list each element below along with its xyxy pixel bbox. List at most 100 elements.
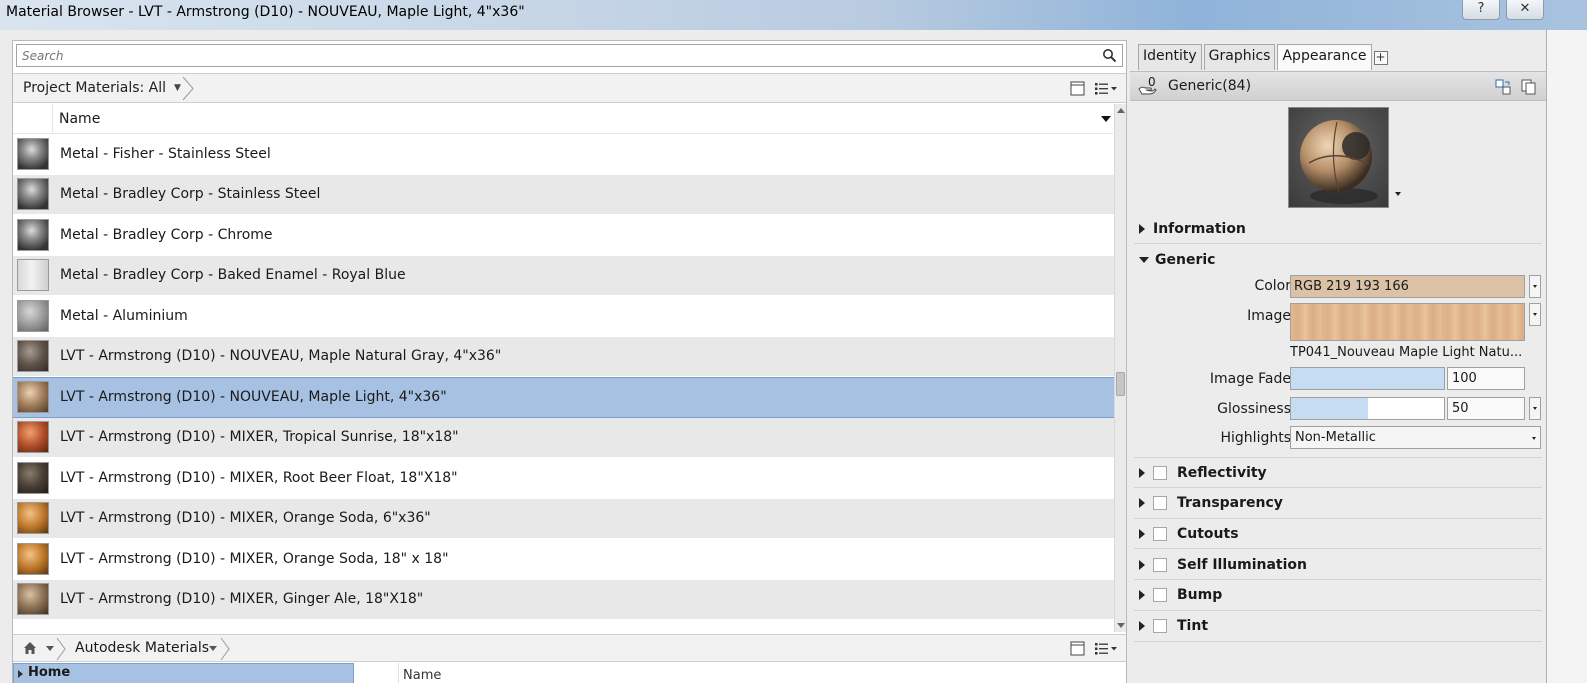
material-row[interactable]: Metal - Bradley Corp - Stainless Steel <box>13 174 1114 215</box>
library-view-options-icon[interactable] <box>1094 641 1118 656</box>
tab-graphics[interactable]: Graphics <box>1203 44 1276 70</box>
library-name-column-header[interactable]: Name <box>403 668 441 683</box>
section-enable-checkbox[interactable] <box>1153 588 1167 603</box>
tab-appearance[interactable]: Appearance <box>1277 44 1372 70</box>
section-information[interactable]: Information <box>1134 214 1542 244</box>
material-list: Metal - Fisher - Stainless Steel Metal - … <box>13 134 1114 626</box>
section-transparency[interactable]: Transparency <box>1134 489 1542 519</box>
image-fade-value[interactable]: 100 <box>1447 367 1525 390</box>
name-column-header[interactable]: Name <box>59 111 100 127</box>
section-cutouts[interactable]: Cutouts <box>1134 519 1542 550</box>
add-tab-button[interactable]: + <box>1373 51 1388 65</box>
material-thumbnail <box>17 137 49 170</box>
section-enable-checkbox[interactable] <box>1153 557 1167 572</box>
library-toggle-panel-icon[interactable] <box>1070 641 1085 656</box>
material-row[interactable]: Metal - Bradley Corp - Chrome <box>13 215 1114 256</box>
preview-dropdown-icon[interactable] <box>1395 192 1401 196</box>
help-button[interactable]: ? <box>1462 0 1500 20</box>
material-row[interactable]: LVT - Armstrong (D10) - MIXER, Ginger Al… <box>13 579 1114 620</box>
color-label: Color <box>1254 278 1291 294</box>
section-enable-checkbox[interactable] <box>1153 465 1167 480</box>
material-thumbnail <box>17 299 49 332</box>
library-dropdown-icon[interactable] <box>209 646 217 651</box>
expand-arrow-icon <box>1139 559 1145 570</box>
material-name: LVT - Armstrong (D10) - NOUVEAU, Maple L… <box>60 389 447 406</box>
chevron-down-icon[interactable]: ▼ <box>174 83 181 93</box>
section-label: Information <box>1153 220 1246 237</box>
material-preview-image[interactable] <box>1288 107 1389 208</box>
color-field[interactable]: RGB 219 193 166 <box>1290 275 1525 298</box>
library-name[interactable]: Autodesk Materials <box>75 640 209 656</box>
material-row[interactable]: LVT - Armstrong (D10) - NOUVEAU, Maple L… <box>13 377 1114 418</box>
material-row[interactable]: Metal - Bradley Corp - Baked Enamel - Ro… <box>13 255 1114 296</box>
image-file-name[interactable]: TP041_Nouveau Maple Light Natu... <box>1290 345 1530 360</box>
section-enable-checkbox[interactable] <box>1153 619 1167 633</box>
asset-user-count: 0 <box>1148 75 1156 89</box>
image-texture-swatch[interactable] <box>1290 303 1525 341</box>
scrollbar-thumb[interactable] <box>1116 372 1125 396</box>
left-frame <box>0 30 12 683</box>
close-button[interactable]: ✕ <box>1506 0 1544 20</box>
material-name: Metal - Aluminium <box>60 307 188 324</box>
material-row[interactable]: LVT - Armstrong (D10) - MIXER, Orange So… <box>13 498 1114 539</box>
tree-item-home[interactable]: Home <box>13 663 354 683</box>
sort-arrow-icon[interactable] <box>1101 116 1111 122</box>
tab-identity[interactable]: Identity <box>1138 44 1202 70</box>
home-dropdown-icon[interactable] <box>46 646 54 651</box>
section-self-illumination[interactable]: Self Illumination <box>1134 550 1542 581</box>
scroll-up-icon[interactable] <box>1117 108 1125 113</box>
material-name: Metal - Fisher - Stainless Steel <box>60 145 271 162</box>
glossiness-value[interactable]: 50 <box>1447 397 1525 420</box>
image-fade-slider[interactable] <box>1290 367 1445 390</box>
duplicate-asset-icon[interactable] <box>1521 79 1537 95</box>
highlights-select[interactable]: Non-Metallic <box>1290 426 1541 449</box>
material-thumbnail <box>17 259 49 292</box>
expand-arrow-icon <box>1139 498 1145 509</box>
breadcrumb-separator-icon <box>182 76 194 101</box>
section-tint[interactable]: Tint <box>1134 612 1542 642</box>
scroll-down-icon[interactable] <box>1117 623 1125 628</box>
material-thumbnail <box>17 218 49 251</box>
window-title: Material Browser - LVT - Armstrong (D10)… <box>6 4 525 20</box>
material-editor-panel: Identity Graphics Appearance + 0 Generic… <box>1130 40 1546 683</box>
expand-arrow-icon <box>1139 467 1145 478</box>
section-enable-checkbox[interactable] <box>1153 526 1167 541</box>
replace-asset-icon[interactable] <box>1495 79 1511 95</box>
image-dropdown-button[interactable] <box>1529 303 1541 326</box>
list-header: Name <box>13 104 1113 134</box>
material-row[interactable]: LVT - Armstrong (D10) - MIXER, Root Beer… <box>13 458 1114 499</box>
image-fade-label: Image Fade <box>1209 371 1291 387</box>
material-thumbnail <box>17 502 49 535</box>
material-row[interactable]: LVT - Armstrong (D10) - NOUVEAU, Maple N… <box>13 336 1114 377</box>
material-row[interactable]: Metal - Fisher - Stainless Steel <box>13 134 1114 175</box>
color-dropdown-button[interactable] <box>1529 275 1541 298</box>
breadcrumb-separator-icon <box>220 637 230 661</box>
material-row[interactable]: LVT - Armstrong (D10) - MIXER, Tropical … <box>13 417 1114 458</box>
section-enable-checkbox[interactable] <box>1153 496 1167 511</box>
search-icon[interactable] <box>1102 48 1117 63</box>
view-options-icon[interactable] <box>1094 81 1118 96</box>
section-reflectivity[interactable]: Reflectivity <box>1134 458 1542 488</box>
glossiness-dropdown-button[interactable] <box>1529 397 1541 420</box>
expand-arrow-icon <box>1139 621 1145 631</box>
expand-arrow-icon <box>1139 590 1145 601</box>
section-label: Generic <box>1155 252 1216 268</box>
vertical-scrollbar[interactable] <box>1114 104 1126 632</box>
material-thumbnail <box>17 461 49 494</box>
image-fade-slider-fill <box>1291 368 1444 389</box>
toggle-panel-icon[interactable] <box>1070 81 1085 96</box>
title-bar: Material Browser - LVT - Armstrong (D10)… <box>0 0 1587 30</box>
material-name: LVT - Armstrong (D10) - MIXER, Orange So… <box>60 510 431 527</box>
project-materials-breadcrumb[interactable]: Project Materials: All ▼ <box>23 80 181 96</box>
material-row[interactable]: LVT - Armstrong (D10) - MIXER, Orange So… <box>13 539 1114 580</box>
section-generic[interactable]: Generic <box>1134 245 1542 275</box>
search-input[interactable] <box>17 45 1087 66</box>
expand-arrow-icon[interactable] <box>18 670 23 678</box>
glossiness-slider-fill <box>1291 398 1368 419</box>
glossiness-slider[interactable] <box>1290 397 1445 420</box>
home-icon[interactable] <box>23 641 37 655</box>
material-row[interactable]: Metal - Aluminium <box>13 296 1114 337</box>
thumbnail-column-header <box>13 104 53 134</box>
section-bump[interactable]: Bump <box>1134 581 1542 611</box>
image-label: Image <box>1247 308 1291 324</box>
